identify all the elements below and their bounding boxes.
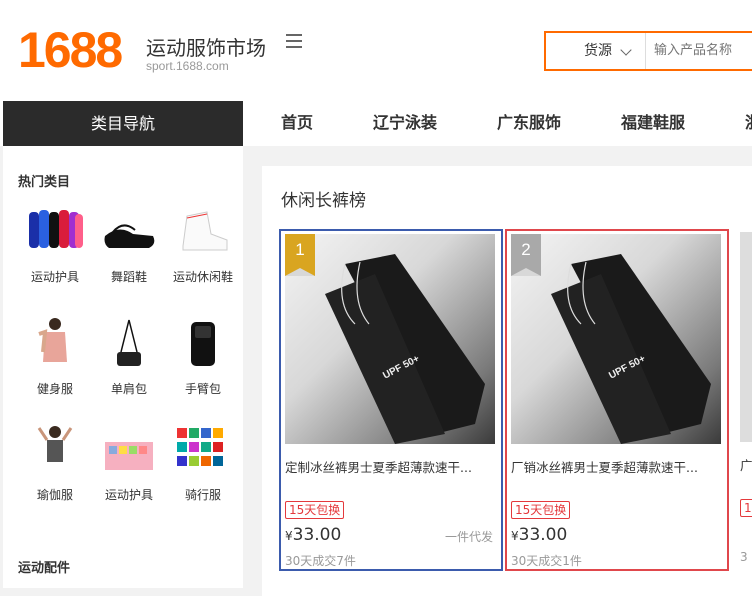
site-url: sport.1688.com — [146, 59, 229, 73]
sneaker-image — [173, 206, 233, 258]
return-tag: 15天包换 — [285, 501, 345, 519]
dance-shoes-image — [99, 206, 159, 258]
category-item[interactable]: 瑜伽服 — [17, 424, 93, 503]
category-item[interactable]: 手臂包 — [165, 318, 241, 397]
product-image[interactable] — [740, 232, 752, 442]
category-item[interactable]: 单肩包 — [91, 318, 167, 397]
kneepads-image — [25, 206, 85, 258]
protective-gear-box-image — [99, 424, 159, 476]
product-image[interactable]: UPF 50+ 2 — [511, 234, 721, 444]
currency-symbol: ¥ — [285, 529, 293, 543]
search-box: 货源 — [544, 31, 752, 71]
menu-icon[interactable] — [286, 34, 302, 48]
product-card-partial[interactable]: 广 1 3 — [736, 229, 752, 571]
category-label: 手臂包 — [184, 382, 221, 396]
sales-count: 30天成交7件 — [285, 554, 356, 568]
accessories-heading: 运动配件 — [18, 561, 71, 576]
shoulder-bag-image — [99, 318, 159, 370]
rank-badge: 2 — [511, 234, 541, 276]
product-image[interactable]: UPF 50+ 1 — [285, 234, 495, 444]
product-name[interactable]: 广 — [740, 455, 752, 474]
category-label: 瑜伽服 — [36, 488, 73, 502]
ranking-title: 休闲长裤榜 — [281, 191, 366, 211]
cycling-wear-image — [173, 424, 233, 476]
header: 1688 运动服饰市场 sport.1688.com 货源 — [0, 0, 752, 100]
category-item[interactable]: 运动护具 — [17, 206, 93, 285]
nav-item-liaoning-swimwear[interactable]: 辽宁泳装 — [373, 100, 437, 146]
category-item[interactable]: 运动休闲鞋 — [165, 206, 241, 285]
rank-badge: 1 — [285, 234, 315, 276]
category-item[interactable]: 舞蹈鞋 — [91, 206, 167, 285]
return-tag: 1 — [740, 499, 752, 517]
logo[interactable]: 1688 — [18, 24, 123, 76]
sales-count: 30天成交1件 — [511, 554, 582, 568]
search-type-select[interactable]: 货源 — [546, 33, 646, 69]
category-label: 舞蹈鞋 — [110, 270, 147, 284]
nav-item-home[interactable]: 首页 — [281, 100, 313, 146]
sales-count: 3 — [740, 550, 748, 564]
site-title[interactable]: 运动服饰市场 — [146, 32, 266, 61]
currency-symbol: ¥ — [511, 529, 519, 543]
category-item[interactable]: 骑行服 — [165, 424, 241, 503]
nav-item-guangdong-apparel[interactable]: 广东服饰 — [497, 100, 561, 146]
nav-item-fujian-shoes[interactable]: 福建鞋服 — [621, 100, 685, 146]
category-label: 运动护具 — [30, 270, 79, 284]
price-value: 33.00 — [518, 525, 568, 545]
category-nav-button[interactable]: 类目导航 — [3, 101, 243, 146]
hot-categories-heading: 热门类目 — [18, 175, 71, 190]
product-price: ¥33.00 — [285, 525, 341, 545]
category-label: 健身服 — [36, 382, 73, 396]
return-tag: 15天包换 — [511, 501, 571, 519]
arm-bag-image — [173, 318, 233, 370]
category-label: 单肩包 — [110, 382, 147, 396]
chevron-down-icon — [620, 44, 632, 56]
yoga-wear-image — [25, 424, 85, 476]
search-input[interactable] — [654, 33, 752, 69]
product-name[interactable]: 厂销冰丝裤男士夏季超薄款速干... — [511, 457, 721, 476]
search-type-label: 货源 — [584, 43, 612, 59]
price-value: 33.00 — [292, 525, 342, 545]
category-item[interactable]: 运动护具 — [91, 424, 167, 503]
category-item[interactable]: 健身服 — [17, 318, 93, 397]
category-label: 运动休闲鞋 — [172, 270, 233, 284]
pants-image: UPF 50+ — [325, 254, 485, 444]
fitness-wear-image — [25, 318, 85, 370]
product-name[interactable]: 定制冰丝裤男士夏季超薄款速干... — [285, 457, 495, 476]
category-label: 运动护具 — [104, 488, 153, 502]
nav-item-zhejiang[interactable]: 浙 — [745, 100, 752, 146]
category-label: 骑行服 — [184, 488, 221, 502]
product-card[interactable]: UPF 50+ 1 定制冰丝裤男士夏季超薄款速干... 15天包换 ¥33.00… — [279, 229, 503, 571]
product-card[interactable]: UPF 50+ 2 厂销冰丝裤男士夏季超薄款速干... 15天包换 ¥33.00… — [505, 229, 729, 571]
pants-image: UPF 50+ — [551, 254, 711, 444]
product-price: ¥33.00 — [511, 525, 567, 545]
dropship-label: 一件代发 — [444, 530, 493, 544]
